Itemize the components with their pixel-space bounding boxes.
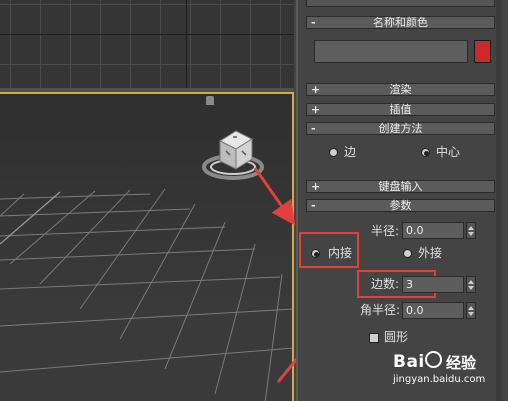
sides-label: 边数: [371, 277, 400, 291]
rollout-title: 插值 [389, 103, 412, 116]
radio-center-label: 中心 [436, 145, 461, 159]
panel-scrollbar[interactable] [496, 0, 502, 401]
circular-checkbox[interactable] [369, 333, 379, 343]
radius-label: 半径: [371, 224, 400, 238]
collapse-sign: - [311, 122, 316, 135]
rollout-title: 渲染 [389, 83, 412, 96]
collapse-sign: - [311, 199, 316, 212]
panel-top-edge [306, 0, 495, 7]
rollout-keyboard-input[interactable]: + 键盘输入 [306, 180, 495, 193]
rollout-creation-method[interactable]: - 创建方法 [306, 122, 495, 135]
object-name-input[interactable] [314, 40, 468, 63]
radio-circumscribed-label: 外接 [418, 246, 443, 260]
collapse-sign: - [311, 16, 316, 29]
radio-inscribed-label: 内接 [328, 246, 353, 260]
watermark-brand-text: Bai [393, 352, 425, 372]
expand-sign: + [311, 103, 321, 116]
rollout-interpolation[interactable]: + 插值 [306, 103, 495, 116]
radio-edge-label: 边 [344, 145, 357, 159]
radius-input[interactable]: 0.0 [402, 222, 464, 239]
expand-sign: + [311, 83, 321, 96]
corner-radius-label: 角半径: [360, 303, 401, 317]
object-color-swatch[interactable] [474, 40, 491, 63]
rollout-parameters[interactable]: - 参数 [306, 199, 495, 212]
rollout-name-color[interactable]: - 名称和颜色 [306, 16, 495, 29]
circular-label: 圆形 [384, 330, 409, 344]
paw-logo-icon [425, 351, 442, 368]
expand-sign: + [311, 180, 321, 193]
watermark-brand: Bai [393, 352, 425, 372]
radius-spinner[interactable] [466, 222, 476, 239]
watermark-url: jingyan.baidu.com [393, 374, 486, 385]
radio-inscribed[interactable] [311, 249, 320, 258]
sides-spinner[interactable] [466, 276, 476, 293]
rollout-title: 名称和颜色 [373, 16, 428, 29]
rollout-title: 创建方法 [378, 122, 423, 135]
radio-circumscribed[interactable] [403, 249, 412, 258]
rollout-render[interactable]: + 渲染 [306, 83, 495, 96]
radio-edge[interactable] [329, 148, 338, 157]
watermark-suffix: 经验 [446, 354, 477, 372]
rollout-title: 键盘输入 [378, 180, 423, 193]
corner-radius-spinner[interactable] [466, 302, 476, 319]
sides-input[interactable]: 3 [402, 276, 464, 293]
corner-radius-input[interactable]: 0.0 [402, 302, 464, 319]
annotation-arrow-1 [253, 167, 296, 226]
rollout-title: 参数 [389, 199, 412, 212]
radio-center[interactable] [421, 148, 430, 157]
